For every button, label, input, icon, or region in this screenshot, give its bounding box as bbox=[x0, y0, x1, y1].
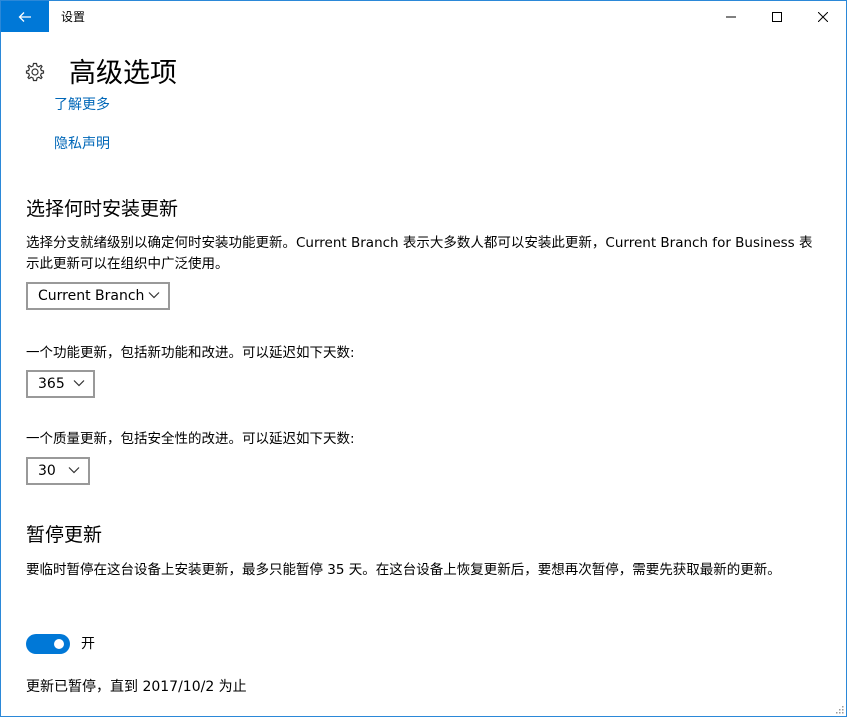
learn-more-link[interactable]: 了解更多 bbox=[54, 94, 110, 114]
pause-status: 更新已暂停，直到 2017/10/2 为止 bbox=[26, 679, 247, 695]
toggle-state-label: 开 bbox=[81, 636, 95, 652]
settings-window: 设置 高级选项 了解更多 隐私声明 选择何时安装更新 选择分支就绪级别以确定何时… bbox=[0, 0, 847, 717]
maximize-button[interactable] bbox=[754, 1, 800, 32]
branch-select[interactable]: Current Branch bbox=[26, 282, 170, 310]
window-title: 设置 bbox=[61, 10, 86, 24]
resize-grip-icon[interactable] bbox=[834, 704, 844, 714]
back-arrow-icon bbox=[18, 11, 31, 22]
minimize-button[interactable] bbox=[708, 1, 754, 32]
maximize-icon bbox=[772, 11, 782, 22]
branch-select-value: Current Branch bbox=[38, 288, 145, 304]
page-title: 高级选项 bbox=[69, 58, 177, 89]
quality-days-value: 30 bbox=[38, 463, 56, 479]
pause-section-title: 暂停更新 bbox=[26, 524, 103, 546]
toggle-knob bbox=[54, 639, 64, 649]
close-button[interactable] bbox=[800, 1, 846, 32]
pause-updates-toggle[interactable] bbox=[26, 634, 70, 654]
feature-update-label: 一个功能更新，包括新功能和改进。可以延迟如下天数: bbox=[26, 345, 355, 361]
minimize-icon bbox=[726, 16, 736, 17]
pause-section-description: 要临时暂停在这台设备上安装更新，最多只能暂停 35 天。在这台设备上恢复更新后，… bbox=[26, 562, 781, 578]
title-bar: 设置 bbox=[1, 1, 846, 32]
close-icon bbox=[818, 11, 828, 22]
quality-days-select[interactable]: 30 bbox=[26, 457, 90, 485]
privacy-statement-link[interactable]: 隐私声明 bbox=[54, 133, 110, 153]
gear-icon bbox=[25, 62, 45, 82]
quality-update-label: 一个质量更新，包括安全性的改进。可以延迟如下天数: bbox=[26, 431, 355, 447]
chevron-down-icon bbox=[73, 380, 85, 387]
chevron-down-icon bbox=[68, 467, 80, 474]
content-area: 高级选项 了解更多 隐私声明 选择何时安装更新 选择分支就绪级别以确定何时安装功… bbox=[1, 32, 846, 716]
install-section-description: 选择分支就绪级别以确定何时安装功能更新。Current Branch 表示大多数… bbox=[26, 235, 813, 272]
feature-days-select[interactable]: 365 bbox=[26, 370, 95, 398]
back-button[interactable] bbox=[1, 1, 49, 32]
chevron-down-icon bbox=[148, 292, 160, 299]
install-section-title: 选择何时安装更新 bbox=[26, 198, 179, 220]
feature-days-value: 365 bbox=[38, 376, 65, 392]
